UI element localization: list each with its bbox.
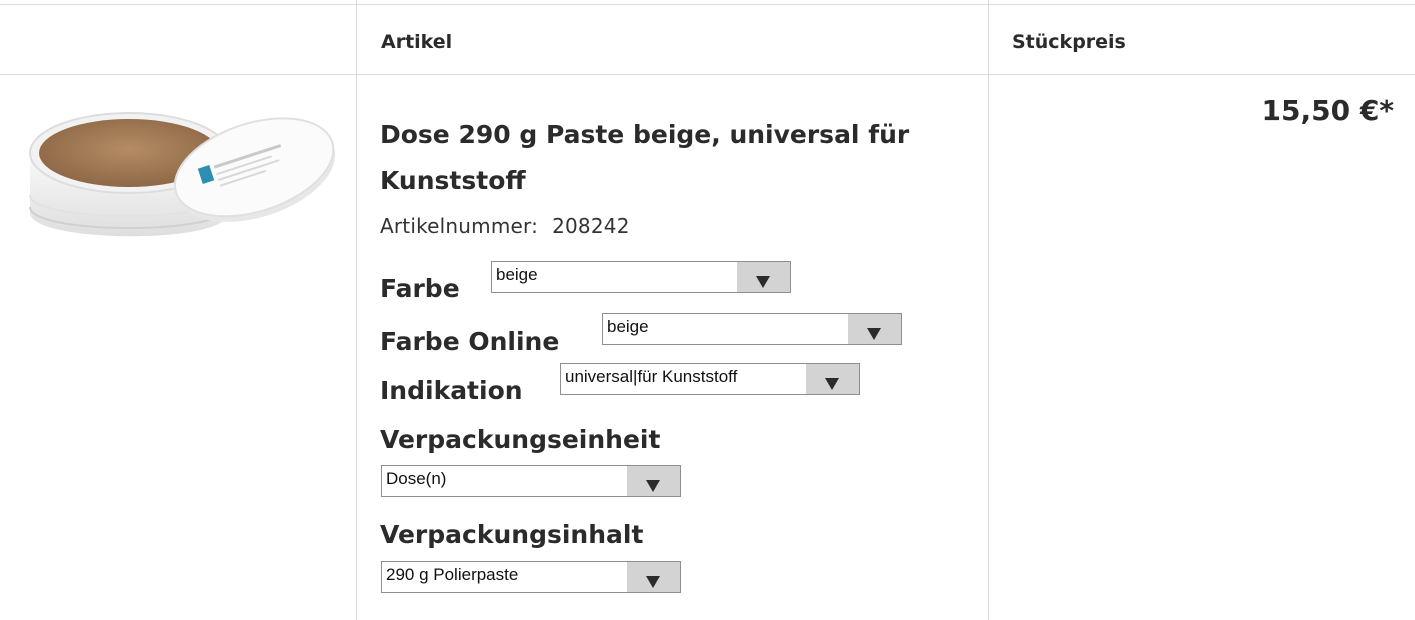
indikation-dropdown-button[interactable]	[806, 364, 859, 394]
farbe-online-select[interactable]: beige	[602, 313, 902, 345]
product-title[interactable]: Dose 290 g Paste beige, universal für Ku…	[380, 112, 940, 204]
article-number-value: 208242	[552, 214, 630, 238]
unit-price: 15,50 €*	[1261, 94, 1394, 127]
farbe-select[interactable]: beige	[491, 261, 791, 293]
chevron-down-icon	[867, 328, 881, 340]
farbe-online-dropdown-button[interactable]	[848, 314, 901, 344]
verpackungseinheit-dropdown-button[interactable]	[627, 466, 680, 496]
product-image[interactable]	[18, 95, 336, 260]
article-number-label: Artikelnummer:	[380, 214, 539, 238]
farbe-online-select-value: beige	[607, 317, 649, 336]
chevron-down-icon	[756, 276, 770, 288]
verpackungseinheit-select[interactable]: Dose(n)	[381, 465, 681, 497]
farbe-dropdown-button[interactable]	[737, 262, 790, 292]
chevron-down-icon	[825, 378, 839, 390]
chevron-down-icon	[646, 480, 660, 492]
header-stueckpreis: Stückpreis	[1012, 31, 1126, 53]
option-label-verpackungsinhalt: Verpackungsinhalt	[380, 520, 644, 549]
option-label-indikation: Indikation	[380, 376, 523, 405]
chevron-down-icon	[646, 576, 660, 588]
verpackungsinhalt-select-value: 290 g Polierpaste	[386, 565, 519, 584]
article-number: Artikelnummer: 208242	[380, 214, 630, 238]
farbe-select-value: beige	[496, 265, 538, 284]
option-label-farbe: Farbe	[380, 274, 460, 303]
column-divider-2	[988, 0, 989, 620]
header-divider	[0, 74, 1415, 75]
option-label-verpackungseinheit: Verpackungseinheit	[380, 425, 661, 454]
verpackungsinhalt-dropdown-button[interactable]	[627, 562, 680, 592]
table-top-border	[0, 4, 1415, 5]
paste-tin-image	[29, 112, 336, 237]
verpackungsinhalt-select[interactable]: 290 g Polierpaste	[381, 561, 681, 593]
verpackungseinheit-select-value: Dose(n)	[386, 469, 447, 488]
indikation-select-value: universal|für Kunststoff	[565, 367, 738, 386]
header-artikel: Artikel	[381, 31, 453, 53]
column-divider-1	[356, 0, 357, 620]
indikation-select[interactable]: universal|für Kunststoff	[560, 363, 860, 395]
option-label-farbe-online: Farbe Online	[380, 327, 560, 356]
